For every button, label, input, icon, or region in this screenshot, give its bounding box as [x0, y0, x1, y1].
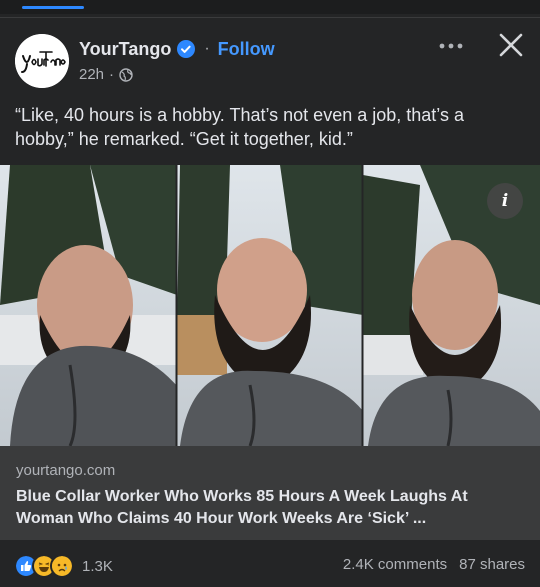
- counts-gap: [447, 556, 459, 573]
- reaction-count: 1.3K: [82, 557, 113, 575]
- engagement-bar: 1.3K 2.4K comments 87 shares: [0, 540, 540, 587]
- shares-count[interactable]: 87 shares: [459, 556, 525, 573]
- post-caption: “Like, 40 hours is a hobby. That’s not e…: [15, 105, 464, 149]
- top-divider: [0, 17, 540, 18]
- comments-count[interactable]: 2.4K comments: [343, 556, 447, 573]
- globe-icon: [119, 67, 133, 82]
- meta-separator: ·: [109, 66, 115, 83]
- post-image[interactable]: i: [0, 165, 540, 446]
- link-preview[interactable]: yourtango.com Blue Collar Worker Who Wor…: [0, 446, 540, 540]
- link-domain: yourtango.com: [16, 462, 116, 479]
- page-name[interactable]: YourTango: [79, 39, 171, 60]
- page-avatar[interactable]: [15, 34, 69, 88]
- follow-separator: ·: [204, 40, 210, 57]
- yourtango-logo-icon: [15, 34, 69, 88]
- post-timestamp[interactable]: 22h: [79, 66, 104, 83]
- top-tab-bar: [0, 0, 540, 14]
- verified-badge-icon: [177, 40, 196, 58]
- sad-reaction-icon: [50, 554, 74, 578]
- info-icon[interactable]: i: [487, 183, 523, 219]
- bearded-man-photo-collage: [0, 165, 540, 446]
- close-icon[interactable]: [498, 32, 524, 58]
- follow-button[interactable]: Follow: [218, 39, 275, 60]
- reactions-summary[interactable]: 1.3K: [14, 554, 113, 578]
- link-headline[interactable]: Blue Collar Worker Who Works 85 Hours A …: [16, 486, 521, 530]
- more-options-icon[interactable]: [436, 36, 466, 56]
- active-tab-indicator: [22, 6, 84, 9]
- post-header: YourTango · Follow 22h ·: [0, 22, 540, 102]
